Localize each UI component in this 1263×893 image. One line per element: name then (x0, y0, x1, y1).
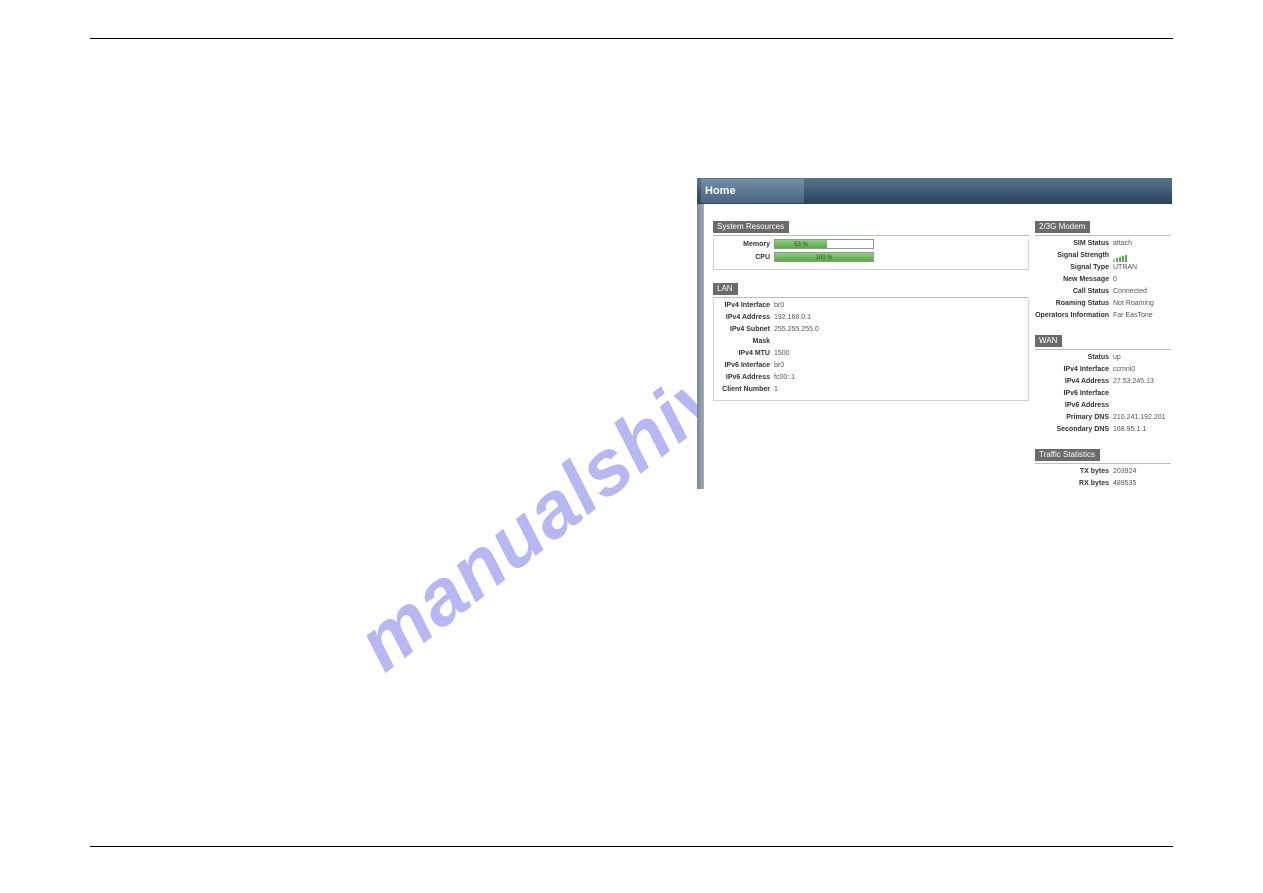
lan-row: IPv6 Addressfc00::1 (714, 372, 1028, 384)
wan-value (1113, 400, 1171, 412)
nav-bar: Home (697, 178, 1172, 204)
section-title-modem: 2/3G Modem (1035, 221, 1090, 233)
cpu-bar-fill: 100 % (775, 253, 873, 261)
lan-row: IPv4 Address192.168.0.1 (714, 312, 1028, 324)
wan-row: Primary DNS210.241.192.201 (1035, 412, 1171, 424)
wan-value: 27.53.245.13 (1113, 376, 1171, 388)
modem-row: Signal TypeUTRAN (1035, 262, 1171, 274)
traffic-key: TX bytes (1035, 466, 1113, 478)
wan-value: up (1113, 352, 1171, 364)
lan-key: IPv4 Subnet Mask (714, 324, 774, 348)
memory-bar-fill: 53 % (775, 240, 827, 248)
modem-value: 0 (1113, 274, 1171, 286)
divider (713, 297, 1029, 298)
sidebar-stub (697, 204, 704, 489)
modem-key: Call Status (1035, 286, 1113, 298)
memory-label: Memory (714, 241, 774, 248)
modem-key: Signal Type (1035, 262, 1113, 274)
wan-key: Primary DNS (1035, 412, 1113, 424)
divider (713, 235, 1029, 236)
wan-row: IPv4 Interfaceccmni0 (1035, 364, 1171, 376)
modem-box: SIM StatusattachSignal StrengthSignal Ty… (1035, 238, 1171, 322)
nav-tab-home[interactable]: Home (701, 179, 804, 203)
wan-row: IPv6 Address (1035, 400, 1171, 412)
signal-strength-icon (1113, 250, 1128, 262)
cpu-bar: 100 % (774, 252, 874, 262)
lan-key: IPv4 MTU (714, 348, 774, 360)
traffic-row: TX bytes203924 (1035, 466, 1171, 478)
wan-key: IPv6 Address (1035, 400, 1113, 412)
lan-value: br0 (774, 300, 1028, 312)
lan-key: IPv4 Address (714, 312, 774, 324)
wan-row: Statusup (1035, 352, 1171, 364)
wan-box: StatusupIPv4 Interfaceccmni0IPv4 Address… (1035, 352, 1171, 436)
modem-row: Operators InformationFar EasTone (1035, 310, 1171, 322)
top-rule (90, 38, 1173, 39)
modem-row: Signal Strength (1035, 250, 1171, 262)
lan-value: 1 (774, 384, 1028, 396)
wan-key: IPv6 Interface (1035, 388, 1113, 400)
lan-box: IPv4 Interfacebr0IPv4 Address192.168.0.1… (713, 300, 1029, 401)
wan-key: IPv4 Address (1035, 376, 1113, 388)
modem-value (1113, 250, 1171, 262)
modem-row: Roaming StatusNot Roaming (1035, 298, 1171, 310)
section-title-traffic: Traffic Statistics (1035, 449, 1100, 461)
lan-key: IPv4 Interface (714, 300, 774, 312)
lan-key: IPv6 Interface (714, 360, 774, 372)
lan-key: IPv6 Address (714, 372, 774, 384)
modem-key: Signal Strength (1035, 250, 1113, 262)
lan-row: IPv4 Interfacebr0 (714, 300, 1028, 312)
modem-key: SIM Status (1035, 238, 1113, 250)
cpu-label: CPU (714, 254, 774, 261)
lan-row: Client Number1 (714, 384, 1028, 396)
section-title-system-resources: System Resources (713, 221, 789, 233)
lan-value: fc00::1 (774, 372, 1028, 384)
divider (1035, 235, 1171, 236)
wan-value: 168.95.1.1 (1113, 424, 1171, 436)
wan-key: Status (1035, 352, 1113, 364)
modem-value: Far EasTone (1113, 310, 1171, 322)
lan-value: 1500 (774, 348, 1028, 360)
traffic-row: RX bytes489535 (1035, 478, 1171, 489)
traffic-key: RX bytes (1035, 478, 1113, 489)
traffic-value: 203924 (1113, 466, 1171, 478)
wan-row: Secondary DNS168.95.1.1 (1035, 424, 1171, 436)
divider (1035, 349, 1171, 350)
lan-row: IPv6 Interfacebr0 (714, 360, 1028, 372)
traffic-box: TX bytes203924RX bytes489535 (1035, 466, 1171, 489)
bottom-rule (90, 846, 1173, 847)
modem-row: SIM Statusattach (1035, 238, 1171, 250)
system-resources-box: Memory 53 % CPU 100 % (713, 239, 1029, 270)
lan-row: IPv4 Subnet Mask255.255.255.0 (714, 324, 1028, 348)
modem-row: Call StatusConnected (1035, 286, 1171, 298)
lan-value: 192.168.0.1 (774, 312, 1028, 324)
section-title-lan: LAN (713, 283, 738, 295)
lan-value: 255.255.255.0 (774, 324, 1028, 348)
wan-value (1113, 388, 1171, 400)
wan-key: IPv4 Interface (1035, 364, 1113, 376)
traffic-value: 489535 (1113, 478, 1171, 489)
lan-value: br0 (774, 360, 1028, 372)
router-admin-screenshot: Home System Resources Memory 53 % CPU (697, 178, 1172, 489)
lan-row: IPv4 MTU1500 (714, 348, 1028, 360)
divider (1035, 463, 1171, 464)
lan-key: Client Number (714, 384, 774, 396)
wan-row: IPv4 Address27.53.245.13 (1035, 376, 1171, 388)
modem-value: attach (1113, 238, 1171, 250)
wan-value: ccmni0 (1113, 364, 1171, 376)
section-title-wan: WAN (1035, 335, 1062, 347)
wan-value: 210.241.192.201 (1113, 412, 1171, 424)
modem-key: Operators Information (1035, 310, 1113, 322)
wan-row: IPv6 Interface (1035, 388, 1171, 400)
modem-value: Connected (1113, 286, 1171, 298)
modem-value: Not Roaming (1113, 298, 1171, 310)
modem-key: Roaming Status (1035, 298, 1113, 310)
modem-value: UTRAN (1113, 262, 1171, 274)
modem-row: New Message0 (1035, 274, 1171, 286)
modem-key: New Message (1035, 274, 1113, 286)
wan-key: Secondary DNS (1035, 424, 1113, 436)
memory-bar: 53 % (774, 239, 874, 249)
